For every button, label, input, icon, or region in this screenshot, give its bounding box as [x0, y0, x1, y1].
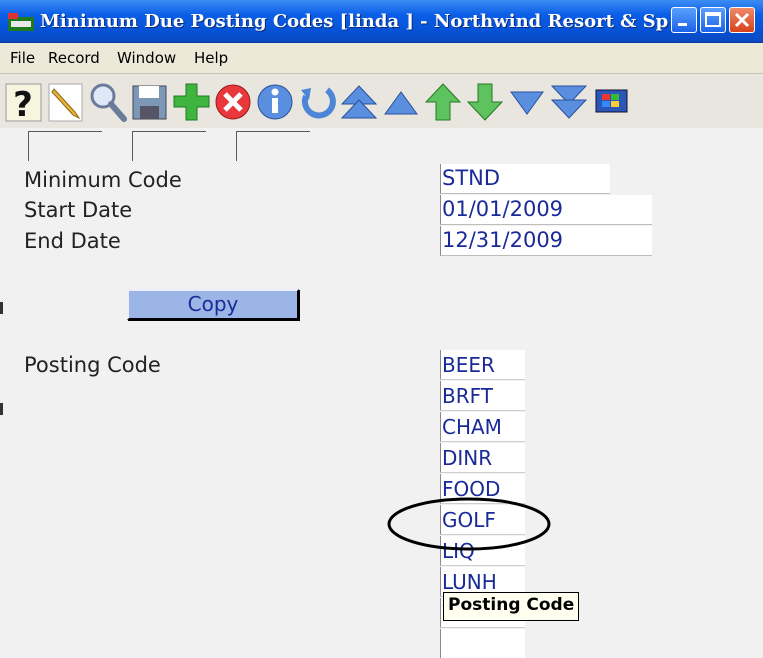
up-icon[interactable]: [423, 80, 464, 124]
magnifier-icon[interactable]: [87, 80, 128, 124]
help-icon[interactable]: ?: [3, 80, 44, 124]
status-box-3: [236, 131, 310, 161]
status-box-2: [132, 131, 206, 161]
start-date-field[interactable]: 01/01/2009: [440, 195, 652, 225]
minimize-button[interactable]: [671, 7, 697, 33]
save-icon[interactable]: [129, 80, 170, 124]
menu-record[interactable]: Record: [48, 49, 100, 67]
app-icon: [8, 13, 34, 31]
svg-text:?: ?: [13, 85, 33, 124]
end-date-label: End Date: [24, 229, 121, 253]
posting-code-item[interactable]: BEER: [440, 350, 525, 380]
posting-code-item[interactable]: CHAM: [440, 412, 525, 442]
menu-bar: File Record Window Help: [0, 43, 763, 74]
tooltip: Posting Code: [443, 592, 580, 621]
minimum-code-label: Minimum Code: [24, 168, 182, 192]
highlight-ellipse: [387, 497, 551, 551]
menu-help[interactable]: Help: [194, 49, 228, 67]
edge-mark: [0, 302, 3, 314]
posting-code-label: Posting Code: [24, 353, 161, 377]
end-date-field[interactable]: 12/31/2009: [440, 226, 652, 256]
next-icon[interactable]: [507, 80, 548, 124]
windows-icon[interactable]: [591, 80, 632, 124]
title-bar[interactable]: Minimum Due Posting Codes [linda ] - Nor…: [0, 0, 763, 43]
pencil-icon[interactable]: [45, 80, 86, 124]
last-icon[interactable]: [549, 80, 590, 124]
start-date-label: Start Date: [24, 198, 133, 222]
edge-mark: [0, 403, 3, 415]
info-icon[interactable]: [255, 80, 296, 124]
first-icon[interactable]: [339, 80, 380, 124]
down-icon[interactable]: [465, 80, 506, 124]
app-window: Minimum Due Posting Codes [linda ] - Nor…: [0, 0, 763, 658]
toolbar: ?: [0, 74, 763, 128]
add-icon[interactable]: [171, 80, 212, 124]
window-title: Minimum Due Posting Codes [linda ] - Nor…: [40, 11, 669, 32]
status-box-1: [28, 131, 102, 161]
close-button[interactable]: [729, 7, 755, 33]
posting-code-item[interactable]: BRFT: [440, 381, 525, 411]
minimum-code-field[interactable]: STND: [440, 164, 610, 194]
posting-code-item-empty[interactable]: [440, 629, 525, 658]
previous-icon[interactable]: [381, 80, 422, 124]
posting-code-item[interactable]: DINR: [440, 443, 525, 473]
undo-icon[interactable]: [297, 80, 338, 124]
maximize-button[interactable]: [700, 7, 726, 33]
copy-button[interactable]: Copy: [127, 289, 299, 320]
menu-window[interactable]: Window: [117, 49, 176, 67]
menu-file[interactable]: File: [10, 49, 35, 67]
delete-icon[interactable]: [213, 80, 254, 124]
